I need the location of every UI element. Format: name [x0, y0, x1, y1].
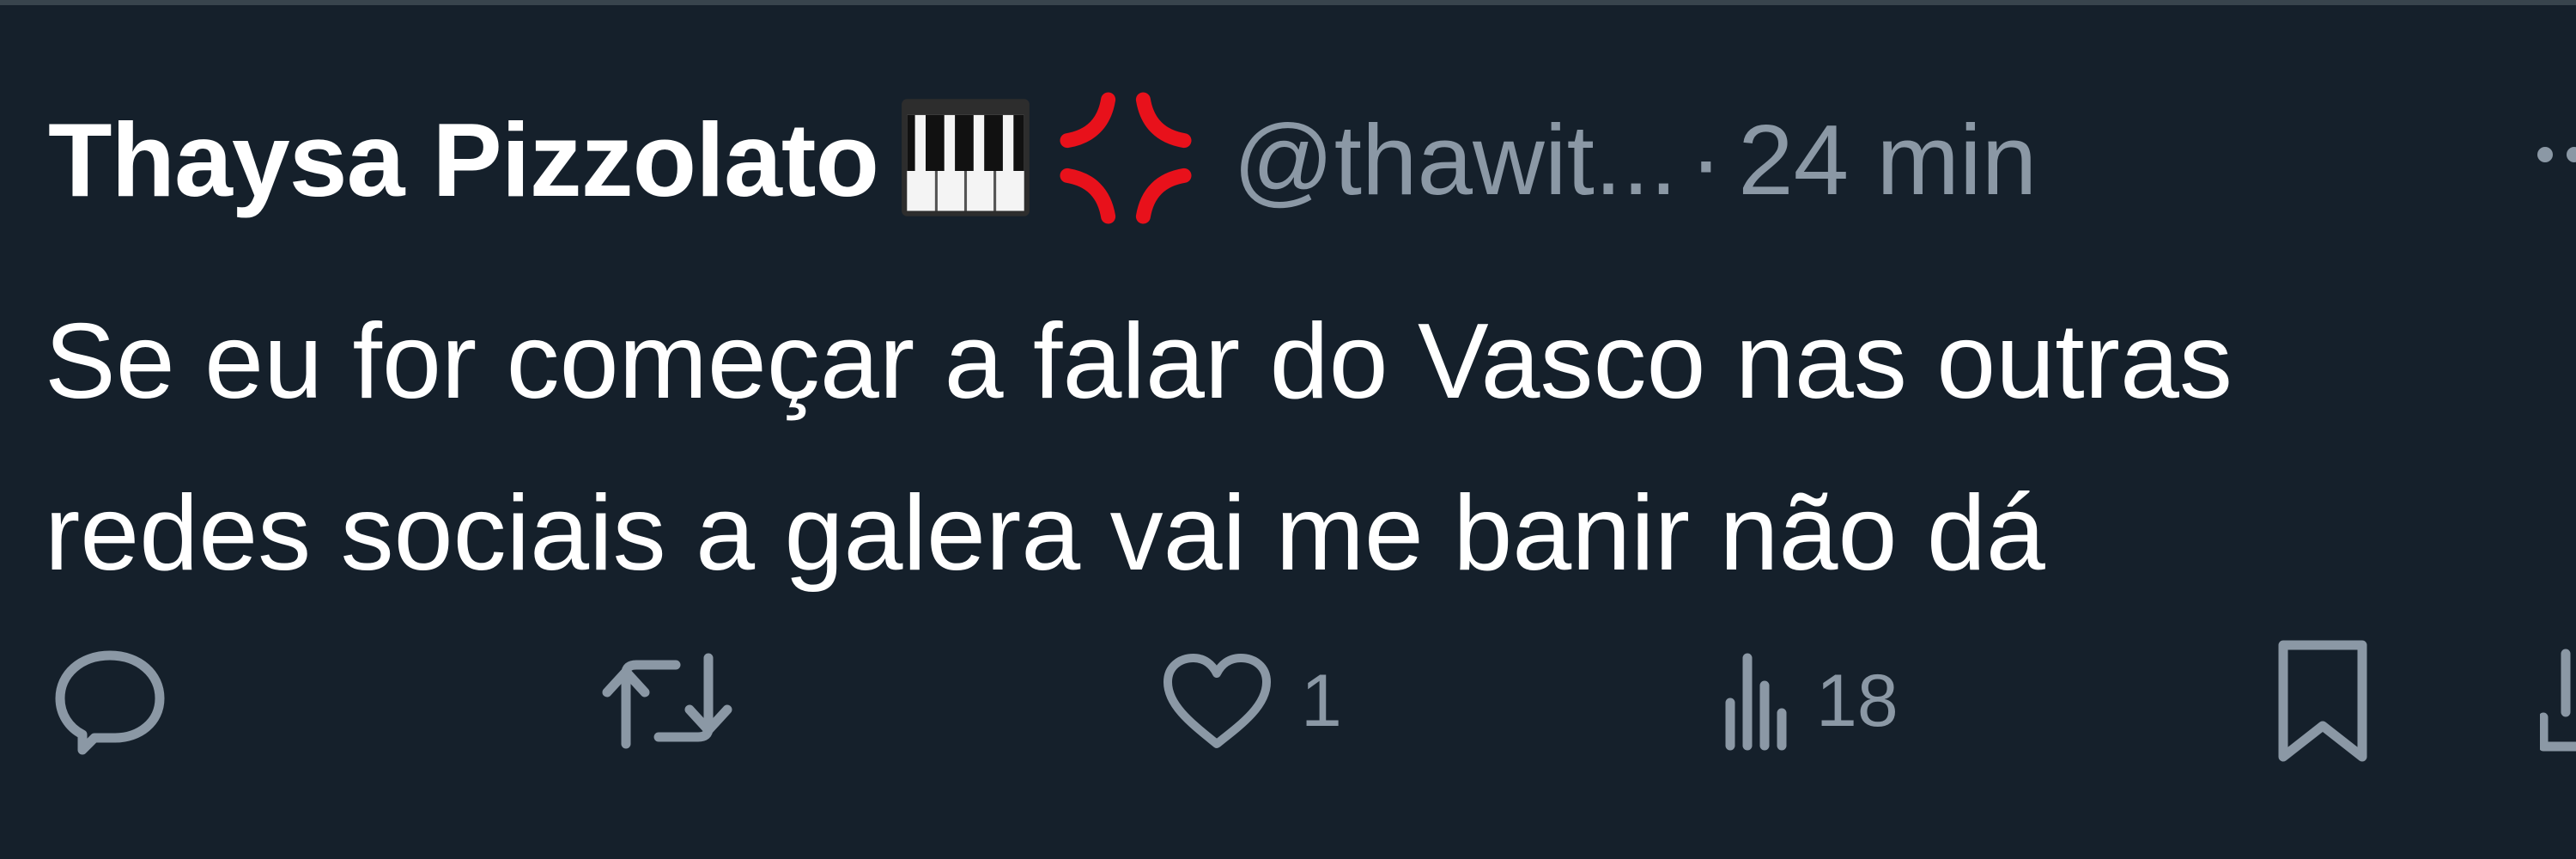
views-count: 18: [1816, 659, 1899, 742]
tweet-text-line-2: redes sociais a galera vai me banir não …: [45, 474, 2045, 593]
reply-button[interactable]: [50, 637, 170, 765]
like-button[interactable]: 1: [1159, 637, 1342, 765]
heart-icon: [1163, 654, 1271, 748]
retweet-button[interactable]: [597, 637, 738, 765]
header-separator: ·: [1689, 104, 1723, 216]
tweet-action-bar: 1 18: [0, 637, 2576, 765]
tweet-timestamp[interactable]: 24 min: [1738, 102, 2037, 217]
bookmark-button[interactable]: [2271, 637, 2374, 765]
retweet-icon: [602, 653, 732, 749]
anger-symbol-emoji-icon: [1053, 85, 1199, 235]
tweet-card[interactable]: Thaysa Pizzolato @thawit... · 24 min Se …: [0, 5, 2576, 859]
tweet-text-line-1: Se eu for começar a falar do Vasco nas o…: [45, 302, 2233, 421]
tweet-text: Se eu for começar a falar do Vasco nas o…: [45, 276, 2576, 619]
bookmark-icon: [2278, 640, 2367, 762]
like-count: 1: [1301, 659, 1342, 742]
piano-keyboard-emoji-icon: [899, 91, 1032, 228]
tweet-header: Thaysa Pizzolato @thawit... · 24 min: [48, 91, 2576, 228]
author-handle[interactable]: @thawit...: [1233, 102, 1677, 217]
more-options-icon[interactable]: [2537, 147, 2576, 181]
share-button[interactable]: [2540, 637, 2576, 765]
share-icon: [2540, 649, 2576, 752]
author-display-name[interactable]: Thaysa Pizzolato: [48, 100, 879, 220]
views-icon: [1725, 653, 1787, 751]
reply-icon: [55, 650, 165, 755]
views-button[interactable]: 18: [1722, 637, 1899, 765]
